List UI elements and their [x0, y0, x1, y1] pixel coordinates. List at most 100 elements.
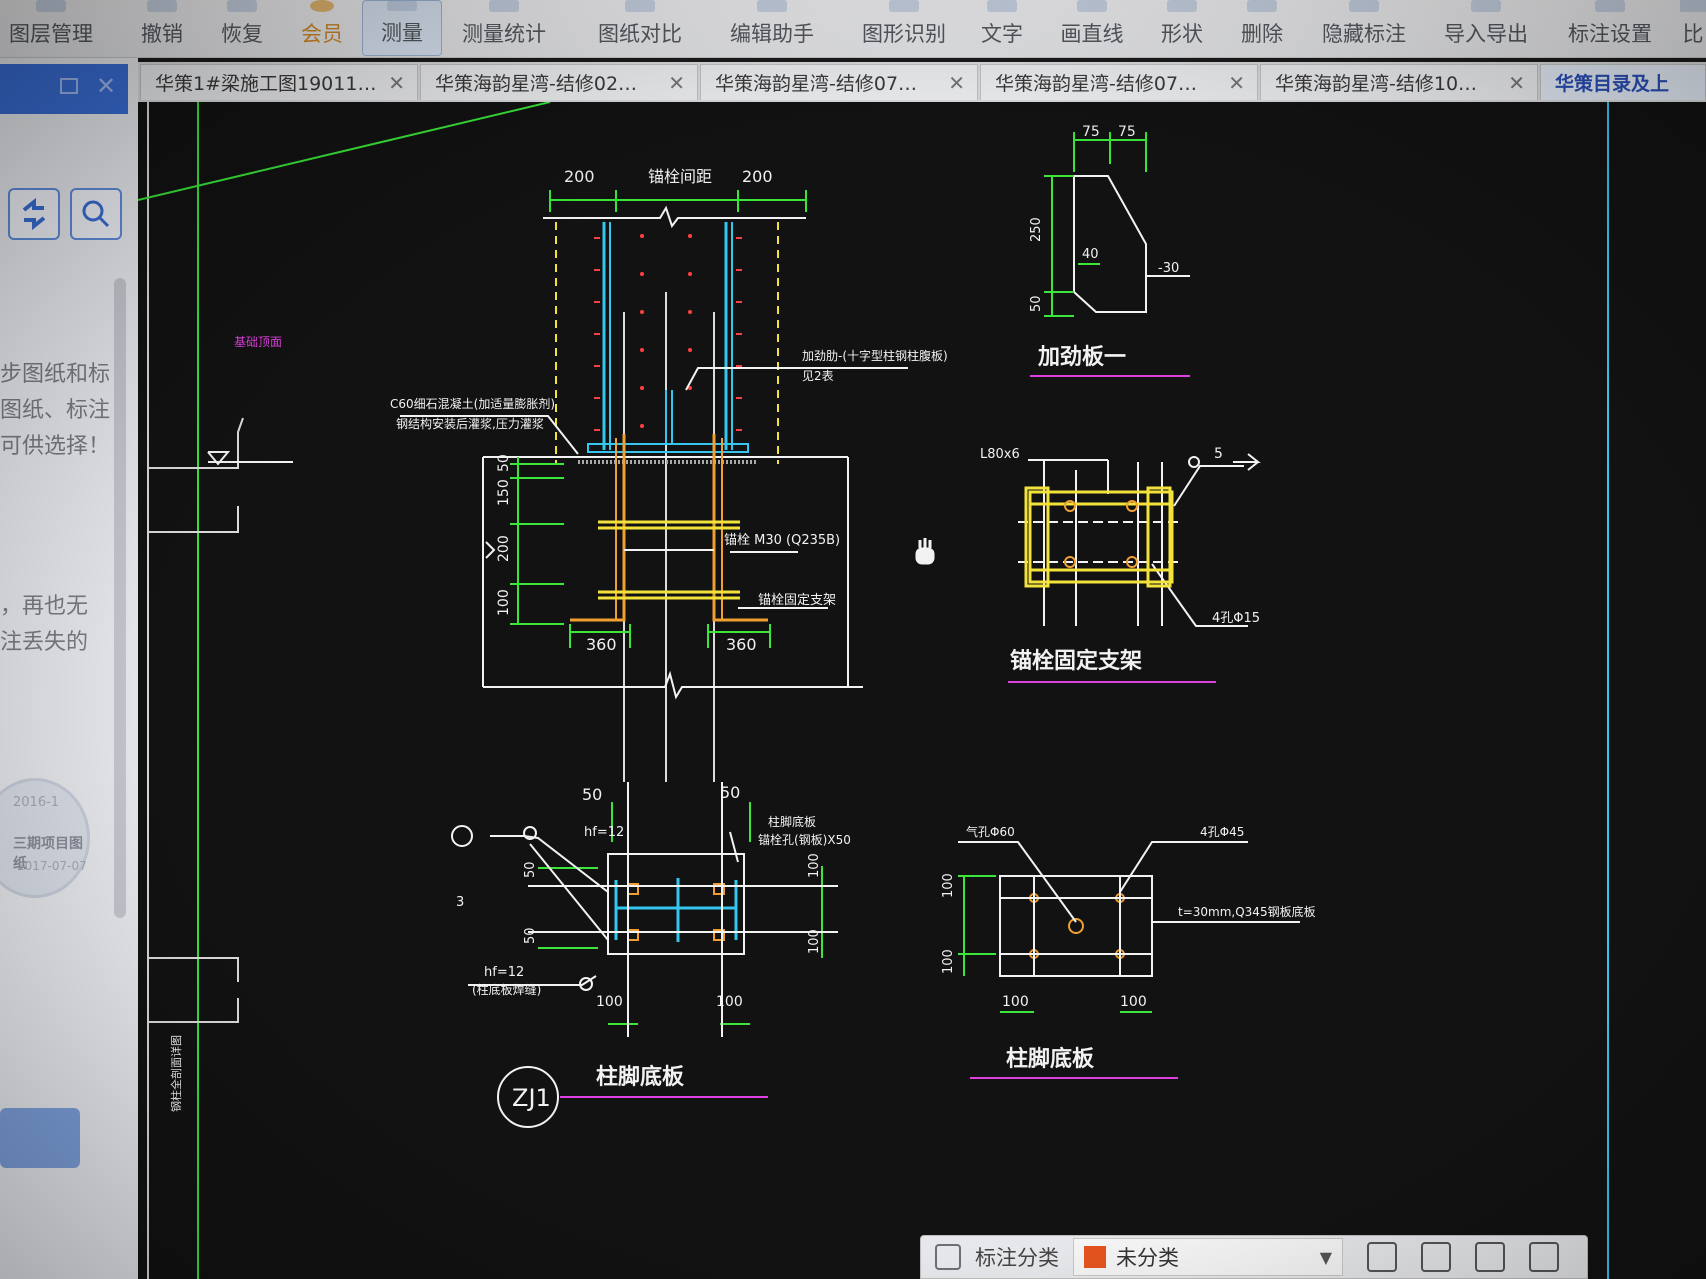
dim-label: 50	[523, 861, 538, 878]
paste-icon[interactable]	[1529, 1242, 1559, 1272]
note-text: L80x6	[980, 447, 1020, 462]
promo-text-line: 注丢失的	[0, 630, 89, 655]
recognize-icon	[889, 0, 919, 12]
redo-button[interactable]: 恢复	[212, 0, 272, 56]
close-icon[interactable]: ✕	[1508, 71, 1525, 95]
panel-scrollbar[interactable]	[114, 278, 126, 918]
elevation-label: 基础顶面	[234, 335, 282, 349]
close-icon[interactable]: ✕	[96, 72, 116, 100]
dim-label: 250	[1029, 217, 1044, 242]
dim-label: 100	[807, 853, 822, 878]
grid-icon[interactable]	[935, 1244, 961, 1270]
dim-label: 100	[596, 994, 623, 1010]
note-text: 见2表	[802, 369, 834, 383]
dim-label: 100	[941, 949, 956, 974]
dim-label: 200	[496, 535, 512, 562]
tab-drawing-5[interactable]: 华策海韵星湾-结修10… ✕	[1260, 64, 1538, 100]
dim-label: 360	[586, 635, 617, 654]
delete-button[interactable]: 删除	[1238, 0, 1286, 56]
dim-label: 100	[807, 929, 822, 954]
copy-icon[interactable]	[1475, 1242, 1505, 1272]
compare-icon	[625, 0, 655, 12]
stats-icon	[489, 0, 519, 12]
tab-drawing-6[interactable]: 华策目录及上	[1540, 64, 1706, 100]
dim-label: 200	[742, 167, 773, 186]
text-icon	[987, 0, 1017, 12]
dim-label: 100	[496, 589, 512, 616]
note-text: 4孔Φ45	[1200, 825, 1244, 839]
more-button[interactable]: 比	[1680, 0, 1706, 56]
dim-label: 50	[1029, 295, 1044, 312]
measure-stats-button[interactable]: 测量统计	[456, 0, 552, 56]
category-color-swatch	[1084, 1246, 1106, 1268]
left-panel: ✕ 步图纸和标 图纸、标注 可供选择！ ，再也无 注丢失的 2016-1 三期项…	[0, 58, 138, 1279]
undo-button[interactable]: 撤销	[132, 0, 192, 56]
note-text: 锚栓孔(钢板)X50	[758, 832, 851, 847]
dim-label: 360	[726, 635, 757, 654]
move-icon[interactable]	[1421, 1242, 1451, 1272]
drawing-tab-bar: 华策1#梁施工图19011… ✕ 华策海韵星湾-结修02… ✕ 华策海韵星湾-结修0…	[138, 62, 1706, 102]
dim-label: 100	[1002, 994, 1029, 1010]
zj1-label: ZJ1	[512, 1084, 551, 1112]
vip-button[interactable]: 会员	[292, 0, 352, 56]
category-select[interactable]: 未分类 ▼	[1073, 1238, 1343, 1276]
measure-button[interactable]: 测量	[362, 0, 442, 56]
tab-drawing-4[interactable]: 华策海韵星湾-结修07… ✕	[980, 64, 1258, 100]
vertical-note: 钢柱全剖面详图	[169, 1035, 183, 1112]
dim-label: -30	[1158, 261, 1179, 276]
import-export-icon	[1471, 0, 1501, 12]
edit-assistant-button[interactable]: 编辑助手	[724, 0, 820, 56]
edit-icon[interactable]	[1367, 1242, 1397, 1272]
note-text: 锚栓固定支架	[758, 593, 836, 608]
base-title-right: 柱脚底板	[1006, 1046, 1095, 1072]
layers-icon	[36, 0, 66, 12]
restore-icon[interactable]	[60, 78, 78, 94]
dim-label: 50	[720, 783, 740, 802]
more-icon	[1680, 0, 1706, 12]
dim-label: 3	[456, 895, 464, 910]
note-text: (柱底板焊缝)	[472, 982, 541, 997]
annotation-settings-button[interactable]: 标注设置	[1562, 0, 1658, 56]
note-text: 4孔Φ15	[1212, 611, 1260, 626]
base-title-left: 柱脚底板	[596, 1064, 685, 1090]
bracket-title: 锚栓固定支架	[1010, 648, 1142, 674]
project-badge[interactable]: 2016-1 三期项目图纸 2017-07-07	[0, 778, 90, 898]
cad-canvas[interactable]: 200 锚栓间距 200 75 75 250 40 -30 50 加劲板一 加劲…	[138, 102, 1706, 1279]
text-button[interactable]: 文字	[978, 0, 1026, 56]
shape-icon	[1167, 0, 1197, 12]
annotation-category-bar: 标注分类 未分类 ▼	[920, 1235, 1588, 1279]
note-text: 钢结构安装后灌浆,压力灌浆	[396, 416, 544, 431]
dim-label: 100	[941, 873, 956, 898]
shape-recognition-button[interactable]: 图形识别	[856, 0, 952, 56]
shape-button[interactable]: 形状	[1158, 0, 1206, 56]
sync-icon[interactable]	[8, 188, 60, 240]
close-icon[interactable]: ✕	[1228, 71, 1245, 95]
dim-label: 200	[564, 167, 595, 186]
search-icon[interactable]	[70, 188, 122, 240]
dim-label: 75	[1118, 124, 1136, 140]
close-icon[interactable]: ✕	[948, 71, 965, 95]
note-text: 锚栓 M30 (Q235B)	[724, 533, 840, 548]
draw-line-button[interactable]: 画直线	[1056, 0, 1128, 56]
hide-annotations-button[interactable]: 隐藏标注	[1316, 0, 1412, 56]
dim-label: 5	[1214, 446, 1223, 462]
layer-manager-button[interactable]: 图层管理	[6, 0, 96, 56]
undo-icon	[147, 0, 177, 12]
tab-drawing-1[interactable]: 华策1#梁施工图19011… ✕	[140, 64, 418, 100]
import-export-button[interactable]: 导入导出	[1438, 0, 1534, 56]
promo-text-line: ，再也无	[0, 594, 89, 619]
close-icon[interactable]: ✕	[388, 71, 405, 95]
dim-label: 100	[1120, 994, 1147, 1010]
close-icon[interactable]: ✕	[668, 71, 685, 95]
hand-cursor-icon	[915, 538, 935, 565]
panel-header: ✕	[0, 64, 128, 114]
promo-text-line: 可供选择！	[0, 434, 111, 459]
tab-drawing-2[interactable]: 华策海韵星湾-结修02… ✕	[420, 64, 698, 100]
dim-label: 50	[523, 927, 538, 944]
dim-label: 75	[1082, 124, 1100, 140]
main-toolbar: 图层管理 撤销 恢复 会员 测量 测量统计 图纸对比 编辑助手 图形识别 文字 …	[0, 0, 1706, 58]
note-text: 气孔Φ60	[966, 824, 1015, 839]
note-text: hf=12	[584, 825, 624, 840]
compare-button[interactable]: 图纸对比	[592, 0, 688, 56]
tab-drawing-3[interactable]: 华策海韵星湾-结修07… ✕	[700, 64, 978, 100]
